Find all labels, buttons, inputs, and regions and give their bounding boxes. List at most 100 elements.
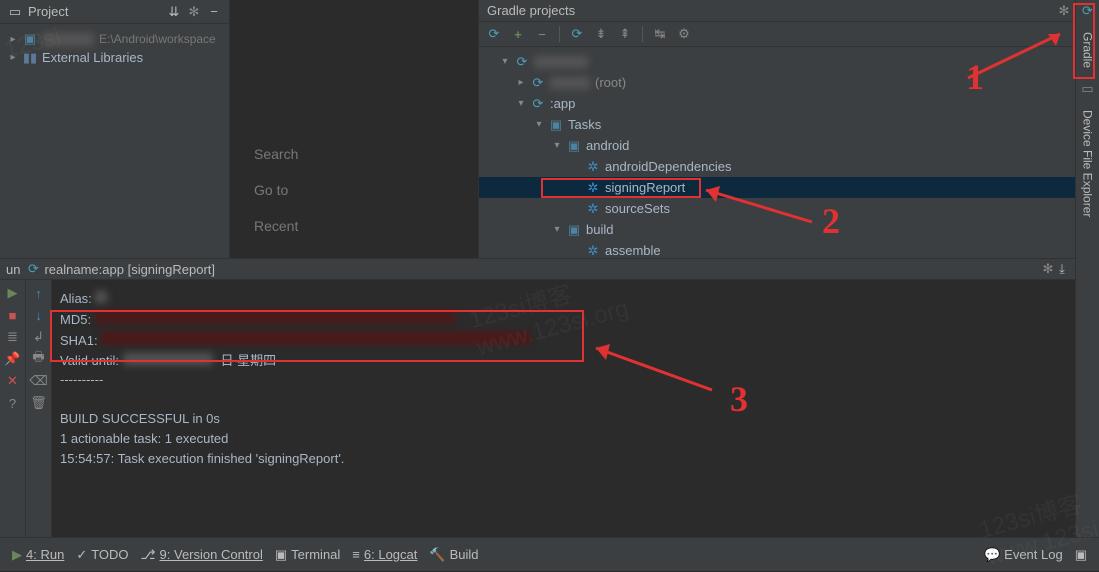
run-tab-prefix: un — [6, 262, 20, 277]
project-panel-header: ▭ Project ⇊ ✻ − — [0, 0, 229, 24]
rerun-icon[interactable]: ▶ — [6, 286, 20, 300]
clear-icon[interactable]: ⌫ — [32, 374, 46, 388]
proj-name-blurred — [550, 77, 590, 89]
hide-icon[interactable]: − — [207, 5, 221, 19]
build-toolstrip-button[interactable]: 🔨Build — [423, 547, 484, 563]
gear-icon[interactable]: ✻ — [187, 5, 201, 19]
gradle-android-group[interactable]: ▾ ▣ android — [479, 135, 1099, 156]
eventlog-toolstrip-button[interactable]: 💬Event Log — [978, 547, 1069, 563]
bottom-tool-strip: ▶4: Run ✓TODO ⎇9: Version Control ▣Termi… — [0, 537, 1099, 571]
toggle-offline-icon[interactable]: ↹ — [653, 27, 667, 41]
close-icon[interactable]: ✕ — [6, 374, 20, 388]
download-icon[interactable]: ⤓ — [1055, 262, 1069, 276]
root-suffix: (root) — [595, 75, 626, 90]
down-icon[interactable]: ↓ — [32, 308, 46, 322]
remove-icon[interactable]: − — [535, 27, 549, 41]
separator — [642, 26, 643, 42]
device-explorer-icon[interactable]: ▭ — [1081, 82, 1095, 96]
external-libraries-node[interactable]: ▸ ▮▮ External Libraries — [4, 48, 225, 67]
add-icon[interactable]: + — [511, 27, 525, 41]
task-label: signingReport — [605, 180, 685, 195]
collapse-icon[interactable]: ⇊ — [167, 5, 181, 19]
wrap-icon[interactable]: ↲ — [32, 330, 46, 344]
collapse-all-icon[interactable]: ⇞ — [618, 27, 632, 41]
gradle-tasks-folder[interactable]: ▾ ▣ Tasks — [479, 114, 1099, 135]
gradle-toolbar: ⟳ + − ⟳ ⇟ ⇞ ↹ ⚙ — [479, 22, 1099, 47]
todo-toolstrip-button[interactable]: ✓TODO — [70, 547, 134, 563]
gradle-module-icon: ⟳ — [531, 76, 545, 90]
task-icon: ✲ — [586, 202, 600, 216]
chevron-right-icon: ▸ — [8, 52, 18, 63]
chevron-down-icon: ▾ — [516, 98, 526, 109]
gear-icon[interactable]: ✻ — [1041, 262, 1055, 276]
gradle-tab-icon[interactable]: ⟳ — [1081, 4, 1095, 18]
chevron-right-icon: ▸ — [8, 34, 18, 45]
gradle-app-module[interactable]: ▾ ⟳ :app — [479, 93, 1099, 114]
module-icon: ▣ — [23, 32, 37, 46]
gradle-tree[interactable]: ▾ ⟳ ▸ ⟳ (root) ▾ ⟳ :app ▾ ▣ Tasks ▾ — [479, 47, 1099, 265]
folder-icon: ▣ — [567, 139, 581, 153]
help-icon[interactable]: ? — [6, 396, 20, 410]
run-console[interactable]: Alias: MD5: SHA1: Valid until: 日 星期四 ---… — [52, 280, 1075, 537]
expand-all-icon[interactable]: ⇟ — [594, 27, 608, 41]
project-panel-title: Project — [28, 4, 161, 19]
task-icon: ✲ — [586, 160, 600, 174]
library-icon: ▮▮ — [23, 51, 37, 65]
gradle-module-icon: ⟳ — [515, 55, 529, 69]
tasks-label: Tasks — [568, 117, 601, 132]
app-module-label: :app — [550, 96, 575, 111]
search-everywhere-hint: Search — [254, 146, 454, 162]
gradle-root[interactable]: ▾ ⟳ — [479, 51, 1099, 72]
scroll-icon[interactable]: ≣ — [6, 330, 20, 344]
settings-icon[interactable]: ⚙ — [677, 27, 691, 41]
console-output[interactable]: Alias: MD5: SHA1: Valid until: 日 星期四 ---… — [60, 290, 1067, 470]
task-label: assemble — [605, 243, 661, 258]
folder-icon: ▣ — [567, 223, 581, 237]
logcat-toolstrip-button[interactable]: ≡6: Logcat — [346, 547, 423, 562]
task-label: androidDependencies — [605, 159, 731, 174]
project-tool-window: ▭ Project ⇊ ✻ − ▸ ▣ E:\Android\workspace… — [0, 0, 230, 258]
print-icon[interactable]: 🖶 — [32, 352, 46, 366]
pin-icon[interactable]: 📌 — [6, 352, 20, 366]
folder-icon: ▣ — [549, 118, 563, 132]
gradle-panel-header: Gradle projects ✻ − — [479, 0, 1099, 22]
project-tree[interactable]: ▸ ▣ E:\Android\workspace ▸ ▮▮ External L… — [0, 24, 229, 73]
task-sourceSets[interactable]: ✲ sourceSets — [479, 198, 1099, 219]
up-icon[interactable]: ↑ — [32, 286, 46, 300]
separator — [559, 26, 560, 42]
chevron-down-icon: ▾ — [552, 224, 562, 235]
refresh-icon[interactable]: ⟳ — [487, 27, 501, 41]
task-label: sourceSets — [605, 201, 670, 216]
run-gutter-secondary: ↑ ↓ ↲ 🖶 ⌫ 🗑 — [26, 280, 52, 537]
gradle-build-group[interactable]: ▾ ▣ build — [479, 219, 1099, 240]
trash-icon[interactable]: 🗑 — [32, 396, 46, 410]
device-explorer-tab-label[interactable]: Device File Explorer — [1081, 106, 1095, 221]
editor-empty-state: Search Go to Recent — [230, 0, 479, 258]
run-tool-window: un ⟳ realname:app [signingReport] ✻ ⤓ ▶ … — [0, 258, 1075, 537]
run-config-icon: ⟳ — [26, 262, 40, 276]
chevron-down-icon: ▾ — [552, 140, 562, 151]
task-signingReport[interactable]: ✲ signingReport — [479, 177, 1099, 198]
chevron-down-icon: ▾ — [500, 56, 510, 67]
run-toolstrip-button[interactable]: ▶4: Run — [6, 547, 70, 563]
statusbar-corner[interactable]: ▣ — [1069, 547, 1093, 563]
project-root-node[interactable]: ▸ ▣ E:\Android\workspace — [4, 30, 225, 48]
vcs-toolstrip-button[interactable]: ⎇9: Version Control — [135, 547, 269, 563]
build-group-label: build — [586, 222, 613, 237]
gear-icon[interactable]: ✻ — [1057, 4, 1071, 18]
execute-icon[interactable]: ⟳ — [570, 27, 584, 41]
task-androidDependencies[interactable]: ✲ androidDependencies — [479, 156, 1099, 177]
external-libraries-label: External Libraries — [42, 50, 143, 65]
terminal-toolstrip-button[interactable]: ▣Terminal — [269, 547, 346, 563]
root-name-blurred — [534, 56, 588, 68]
gradle-root-project[interactable]: ▸ ⟳ (root) — [479, 72, 1099, 93]
stop-icon[interactable]: ■ — [6, 308, 20, 322]
gradle-tab-label[interactable]: Gradle — [1081, 28, 1095, 72]
android-group-label: android — [586, 138, 629, 153]
run-gutter-primary: ▶ ■ ≣ 📌 ✕ ? — [0, 280, 26, 537]
right-tool-strip: ⟳ Gradle ▭ Device File Explorer — [1075, 0, 1099, 537]
chevron-down-icon: ▾ — [534, 119, 544, 130]
project-name-blurred — [42, 33, 94, 46]
project-icon: ▭ — [8, 5, 22, 19]
goto-hint: Go to — [254, 182, 454, 198]
